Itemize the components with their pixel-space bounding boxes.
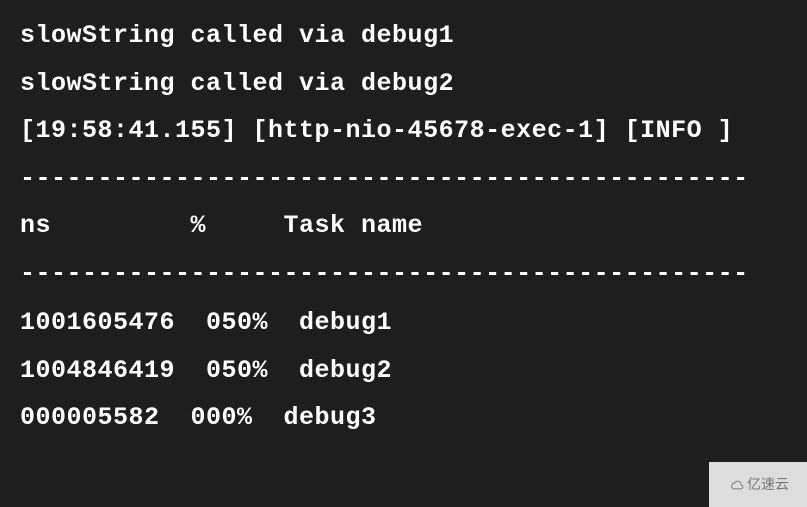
- log-line-debug1: slowString called via debug1: [20, 12, 787, 60]
- watermark-text: 亿速云: [747, 471, 789, 498]
- table-row: 1001605476 050% debug1: [20, 299, 787, 347]
- table-divider-bottom: ----------------------------------------…: [20, 250, 787, 298]
- table-header: ns % Task name: [20, 202, 787, 250]
- table-row: 000005582 000% debug3: [20, 394, 787, 442]
- log-line-timestamp: [19:58:41.155] [http-nio-45678-exec-1] […: [20, 107, 787, 155]
- table-row: 1004846419 050% debug2: [20, 347, 787, 395]
- table-divider-top: ----------------------------------------…: [20, 155, 787, 203]
- watermark-badge: 亿速云: [709, 462, 807, 507]
- cloud-icon: [727, 478, 745, 492]
- log-line-debug2: slowString called via debug2: [20, 60, 787, 108]
